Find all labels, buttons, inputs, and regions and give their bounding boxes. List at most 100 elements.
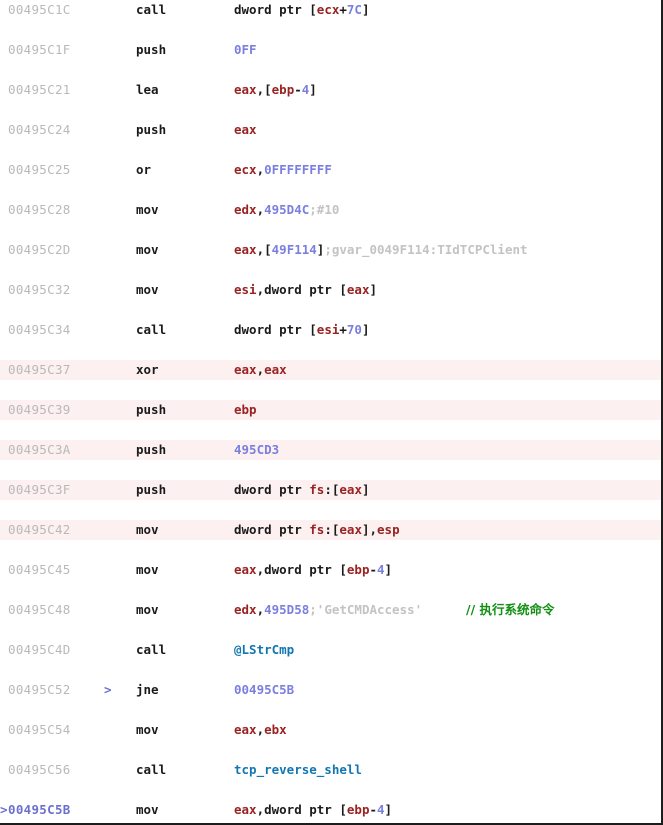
instruction-address[interactable]: 00495C1F <box>8 40 112 60</box>
instruction-mnemonic: lea <box>136 82 159 97</box>
operand-token-plain: ] <box>361 322 370 337</box>
instruction-row[interactable]: 00495C2D mov eax,[49F114];gvar_0049F114:TI… <box>0 240 661 260</box>
instruction-address[interactable]: 00495C1C <box>8 0 112 20</box>
instruction-address[interactable]: 00495C42 <box>8 520 112 540</box>
instruction-operands[interactable]: eax,ebx <box>234 720 287 740</box>
instruction-operands[interactable]: 495CD3 <box>234 440 279 460</box>
instruction-address[interactable]: 00495C56 <box>8 760 112 780</box>
instruction-operands[interactable]: edx,495D58;'GetCMDAccess' <box>234 600 422 620</box>
instruction-operands[interactable]: ebp <box>234 400 257 420</box>
operand-token-plain: ,dword ptr [ <box>256 562 347 577</box>
instruction-operands[interactable]: eax,[49F114];gvar_0049F114:TIdTCPClient <box>234 240 528 260</box>
instruction-address[interactable]: 00495C24 <box>8 120 112 140</box>
instruction-operands[interactable]: edx,495D4C;#10 <box>234 200 339 220</box>
operand-token-plain: - <box>369 562 377 577</box>
instruction-row[interactable]: 00495C42 mov dword ptr fs:[eax],esp <box>0 520 661 540</box>
operand-token-plain: - <box>369 802 377 817</box>
instruction-operands[interactable]: dword ptr fs:[eax] <box>234 480 370 500</box>
instruction-address[interactable]: 00495C39 <box>8 400 112 420</box>
instruction-operands[interactable]: eax,eax <box>234 360 287 380</box>
instruction-row[interactable]: 00495C54 mov eax,ebx <box>0 720 661 740</box>
operand-token-plain: + <box>339 2 347 17</box>
instruction-operands[interactable]: esi,dword ptr [eax] <box>234 280 377 300</box>
instruction-mnemonic: push <box>136 402 167 417</box>
instruction-operands[interactable]: 00495C5B <box>234 680 294 700</box>
instruction-address[interactable]: 00495C25 <box>8 160 112 180</box>
instruction-address[interactable]: 00495C45 <box>8 560 112 580</box>
instruction-operands[interactable]: eax <box>234 120 257 140</box>
instruction-address[interactable]: 00495C2D <box>8 240 112 260</box>
instruction-row[interactable]: 00495C34 call dword ptr [esi+70] <box>0 320 661 340</box>
instruction-operands[interactable]: eax,dword ptr [ebp-4] <box>234 800 392 820</box>
instruction-mnemonic: mov <box>136 562 159 577</box>
operand-token-reg: fs <box>309 522 325 537</box>
instruction-operands[interactable]: tcp_reverse_shell <box>234 760 362 780</box>
instruction-listing[interactable]: 00495C1C call dword ptr [ecx+7C] 00495C1F pu… <box>0 0 661 823</box>
instruction-row[interactable]: 00495C28 mov edx,495D4C;#10 <box>0 200 661 220</box>
operand-token-reg: eax <box>346 282 370 297</box>
operand-token-reg: eax <box>234 122 257 137</box>
instruction-mnemonic: or <box>136 162 152 177</box>
operand-token-plain: dword ptr [ <box>234 322 317 337</box>
operand-token-reg: eax <box>339 482 362 497</box>
instruction-address[interactable]: 00495C4D <box>8 640 112 660</box>
instruction-address[interactable]: 00495C54 <box>8 720 112 740</box>
operand-token-reg: eax <box>234 82 257 97</box>
instruction-mnemonic: call <box>136 322 167 337</box>
instruction-row[interactable]: 00495C3A push 495CD3 <box>0 440 661 460</box>
operand-token-plain: ] <box>361 482 370 497</box>
operand-token-num: 00495C5B <box>234 682 295 697</box>
operand-token-sym: @LStrCmp <box>234 642 295 657</box>
operand-token-reg: ebx <box>264 722 287 737</box>
instruction-operands[interactable]: dword ptr fs:[eax],esp <box>234 520 400 540</box>
instruction-address[interactable]: 00495C32 <box>8 280 112 300</box>
operand-token-plain: ] <box>361 2 370 17</box>
instruction-address[interactable]: 00495C28 <box>8 200 112 220</box>
instruction-address[interactable]: 00495C5B <box>8 800 112 820</box>
instruction-row[interactable]: 00495C45 mov eax,dword ptr [ebp-4] <box>0 560 661 580</box>
instruction-row[interactable]: 00495C39 push ebp <box>0 400 661 420</box>
instruction-mnemonic: mov <box>136 722 159 737</box>
operand-token-reg: esi <box>234 282 257 297</box>
instruction-address[interactable]: 00495C34 <box>8 320 112 340</box>
instruction-row[interactable]: 00495C48 mov edx,495D58;'GetCMDAccess' // 执… <box>0 600 661 620</box>
instruction-operands[interactable]: eax,[ebp-4] <box>234 80 317 100</box>
operand-token-num: 0FF <box>234 42 257 57</box>
instruction-operands[interactable]: dword ptr [esi+70] <box>234 320 370 340</box>
instruction-row[interactable]: 00495C4D call @LStrCmp <box>0 640 661 660</box>
operand-token-reg: ebp <box>346 562 370 577</box>
instruction-address[interactable]: 00495C21 <box>8 80 112 100</box>
instruction-row[interactable]: 00495C37 xor eax,eax <box>0 360 661 380</box>
operand-token-plain: ] <box>309 82 317 97</box>
instruction-operands[interactable]: 0FF <box>234 40 257 60</box>
instruction-mnemonic: mov <box>136 522 159 537</box>
instruction-row[interactable]: 00495C21 lea eax,[ebp-4] <box>0 80 661 100</box>
operand-token-plain: ], <box>361 522 378 537</box>
instruction-address[interactable]: 00495C52 <box>8 680 112 700</box>
operand-token-reg: esp <box>377 522 400 537</box>
instruction-operands[interactable]: dword ptr [ecx+7C] <box>234 0 370 20</box>
operand-token-reg: eax <box>264 362 287 377</box>
annotation-comment[interactable]: // 执行系统命令 <box>466 600 554 620</box>
operand-token-plain: ] <box>384 562 393 577</box>
instruction-mnemonic: xor <box>136 362 159 377</box>
instruction-address[interactable]: 00495C37 <box>8 360 112 380</box>
instruction-row[interactable]: 00495C25 or ecx,0FFFFFFFF <box>0 160 661 180</box>
instruction-operands[interactable]: ecx,0FFFFFFFF <box>234 160 332 180</box>
instruction-address[interactable]: 00495C3A <box>8 440 112 460</box>
operand-token-num: 7C <box>346 2 362 17</box>
instruction-row[interactable]: 00495C52 > jne 00495C5B <box>0 680 661 700</box>
instruction-operands[interactable]: eax,dword ptr [ebp-4] <box>234 560 392 580</box>
instruction-row[interactable]: 00495C32 mov esi,dword ptr [eax] <box>0 280 661 300</box>
instruction-row[interactable]: 00495C24 push eax <box>0 120 661 140</box>
instruction-row[interactable]: 00495C3F push dword ptr fs:[eax] <box>0 480 661 500</box>
instruction-address[interactable]: 00495C48 <box>8 600 112 620</box>
instruction-row[interactable]: 00495C1F push 0FF <box>0 40 661 60</box>
instruction-address[interactable]: 00495C3F <box>8 480 112 500</box>
instruction-operands[interactable]: @LStrCmp <box>234 640 294 660</box>
operand-token-reg: eax <box>234 562 257 577</box>
instruction-row[interactable]: 00495C1C call dword ptr [ecx+7C] <box>0 0 661 20</box>
instruction-row[interactable]: 00495C56 call tcp_reverse_shell <box>0 760 661 780</box>
instruction-mnemonic: mov <box>136 282 159 297</box>
instruction-row[interactable]: >00495C5B mov eax,dword ptr [ebp-4] <box>0 800 661 820</box>
